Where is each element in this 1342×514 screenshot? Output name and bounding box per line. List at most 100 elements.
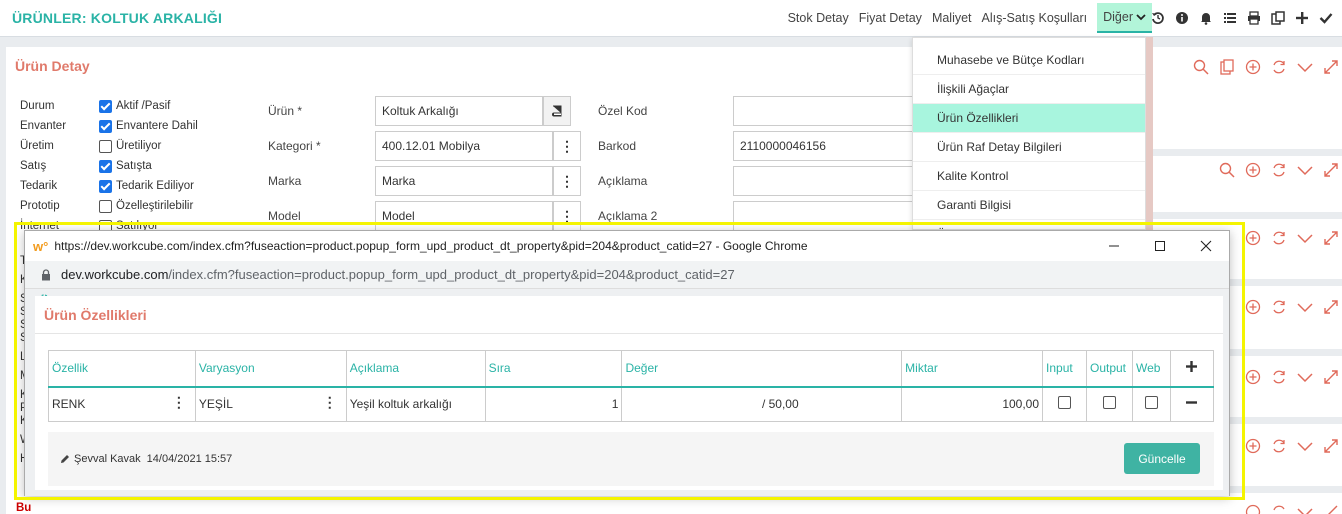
status-flags: Durum Aktif /Pasif Envanter Envantere Dahi… bbox=[20, 96, 198, 236]
other-dropdown-menu: Muhasebe ve Bütçe Kodları İlişkili Ağaçl… bbox=[912, 37, 1146, 230]
flag-value: Aktif /Pasif bbox=[116, 100, 171, 112]
kebab-icon: ⋮ bbox=[560, 172, 574, 189]
nav-purchase-sales-terms[interactable]: Alış-Satış Koşulları bbox=[982, 11, 1088, 25]
brand-menu-button[interactable]: ⋮ bbox=[553, 166, 581, 196]
flag-label: Tedarik bbox=[20, 180, 58, 192]
chevron-down-icon[interactable] bbox=[1296, 298, 1314, 316]
chevron-down-icon[interactable] bbox=[1296, 58, 1314, 76]
refresh-icon[interactable] bbox=[1270, 58, 1288, 76]
refresh-icon[interactable] bbox=[1270, 437, 1288, 455]
check-icon[interactable] bbox=[1316, 8, 1336, 28]
category-menu-button[interactable]: ⋮ bbox=[553, 131, 581, 161]
flag-row-inventory: Envanter Envantere Dahil bbox=[20, 116, 198, 136]
kebab-icon: ⋮ bbox=[560, 137, 574, 154]
refresh-icon[interactable] bbox=[1270, 161, 1288, 179]
barcode-label: Barkod bbox=[598, 139, 637, 153]
flag-label: Envanter bbox=[20, 120, 67, 132]
expand-icon[interactable] bbox=[1322, 229, 1340, 247]
nav-stock-detail[interactable]: Stok Detay bbox=[788, 11, 849, 25]
supply-checkbox[interactable] bbox=[99, 179, 112, 193]
expand-icon[interactable] bbox=[1322, 368, 1340, 386]
partial-red-label: Bu bbox=[16, 502, 32, 514]
active-checkbox[interactable] bbox=[99, 99, 112, 113]
add-circle-icon[interactable] bbox=[1244, 437, 1262, 455]
add-circle-icon[interactable] bbox=[1244, 298, 1262, 316]
production-checkbox[interactable] bbox=[99, 139, 112, 153]
brand-field[interactable]: Marka bbox=[375, 166, 553, 196]
menu-item-quality-control[interactable]: Kalite Kontrol bbox=[913, 162, 1145, 191]
section7-actions bbox=[1236, 503, 1340, 514]
add-circle-icon[interactable] bbox=[1244, 229, 1262, 247]
nav-price-detail[interactable]: Fiyat Detay bbox=[859, 11, 922, 25]
section3-actions bbox=[1236, 229, 1340, 247]
chevron-down-icon[interactable] bbox=[1296, 368, 1314, 386]
product-book-button[interactable] bbox=[543, 96, 571, 126]
flag-value: Özelleştirilebilir bbox=[116, 200, 194, 212]
section4-actions bbox=[1236, 298, 1340, 316]
menu-item-shelf-details[interactable]: Ürün Raf Detay Bilgileri bbox=[913, 133, 1145, 162]
section5-actions bbox=[1236, 368, 1340, 386]
top-icons bbox=[1144, 0, 1336, 36]
special-code-field[interactable] bbox=[733, 96, 915, 126]
expand-icon[interactable] bbox=[1322, 437, 1340, 455]
inventory-checkbox[interactable] bbox=[99, 119, 112, 133]
page-title: ÜRÜNLER: KOLTUK ARKALIĞI bbox=[12, 10, 223, 26]
bell-icon[interactable] bbox=[1196, 8, 1216, 28]
expand-icon[interactable] bbox=[1322, 503, 1340, 514]
model-label: Model bbox=[268, 209, 301, 223]
top-bar: ÜRÜNLER: KOLTUK ARKALIĞI Stok Detay Fiya… bbox=[0, 0, 1342, 37]
refresh-icon[interactable] bbox=[1270, 368, 1288, 386]
chevron-down-icon[interactable] bbox=[1296, 229, 1314, 247]
refresh-icon[interactable] bbox=[1270, 229, 1288, 247]
flag-value: Envantere Dahil bbox=[116, 120, 198, 132]
refresh-icon[interactable] bbox=[1270, 298, 1288, 316]
product-field[interactable]: Koltuk Arkalığı bbox=[375, 96, 543, 126]
prototype-checkbox[interactable] bbox=[99, 199, 112, 213]
menu-scrollbar[interactable] bbox=[1146, 37, 1153, 230]
product-detail-title: Ürün Detay bbox=[15, 58, 90, 74]
add-circle-icon[interactable] bbox=[1244, 503, 1262, 514]
section-divider bbox=[1152, 149, 1342, 156]
plus-icon[interactable] bbox=[1292, 8, 1312, 28]
chevron-down-icon[interactable] bbox=[1296, 161, 1314, 179]
description2-label: Açıklama 2 bbox=[598, 209, 658, 223]
print-icon[interactable] bbox=[1244, 8, 1264, 28]
detail-actions bbox=[1184, 58, 1340, 76]
description-field[interactable] bbox=[733, 166, 915, 196]
info-icon[interactable] bbox=[1172, 8, 1192, 28]
flag-row-production: Üretim Üretiliyor bbox=[20, 136, 198, 156]
expand-icon[interactable] bbox=[1322, 161, 1340, 179]
highlight-frame bbox=[14, 222, 1245, 500]
category-field[interactable]: 400.12.01 Mobilya bbox=[375, 131, 553, 161]
expand-icon[interactable] bbox=[1322, 58, 1340, 76]
menu-item-product-properties[interactable]: Ürün Özellikleri bbox=[913, 104, 1145, 133]
refresh-icon[interactable] bbox=[1270, 503, 1288, 514]
expand-icon[interactable] bbox=[1322, 298, 1340, 316]
chevron-down-icon[interactable] bbox=[1296, 503, 1314, 514]
search-icon[interactable] bbox=[1218, 161, 1236, 179]
menu-item-related-trees[interactable]: İlişkili Ağaçlar bbox=[913, 75, 1145, 104]
product-label: Ürün * bbox=[268, 104, 303, 118]
flag-value: Satışta bbox=[116, 160, 152, 172]
brand-label: Marka bbox=[268, 174, 302, 188]
add-circle-icon[interactable] bbox=[1244, 161, 1262, 179]
flag-label: Üretim bbox=[20, 140, 54, 152]
copy-icon[interactable] bbox=[1268, 8, 1288, 28]
add-circle-icon[interactable] bbox=[1244, 58, 1262, 76]
menu-item-warranty[interactable]: Garanti Bilgisi bbox=[913, 191, 1145, 220]
search-icon[interactable] bbox=[1192, 58, 1210, 76]
top-nav: Stok Detay Fiyat Detay Maliyet Alış-Satı… bbox=[778, 0, 1152, 36]
flag-label: Prototip bbox=[20, 200, 60, 212]
chevron-down-icon[interactable] bbox=[1296, 437, 1314, 455]
menu-item-accounting-codes[interactable]: Muhasebe ve Bütçe Kodları bbox=[913, 46, 1145, 75]
sales-checkbox[interactable] bbox=[99, 159, 112, 173]
nav-cost[interactable]: Maliyet bbox=[932, 11, 972, 25]
barcode-field[interactable]: 2110000046156 bbox=[733, 131, 915, 161]
list-icon[interactable] bbox=[1220, 8, 1240, 28]
document-icon[interactable] bbox=[1218, 58, 1236, 76]
flag-row-prototype: Prototip Özelleştirilebilir bbox=[20, 196, 198, 216]
flag-row-sales: Satış Satışta bbox=[20, 156, 198, 176]
add-circle-icon[interactable] bbox=[1244, 368, 1262, 386]
flag-label: Satış bbox=[20, 160, 47, 172]
history-icon[interactable] bbox=[1148, 8, 1168, 28]
